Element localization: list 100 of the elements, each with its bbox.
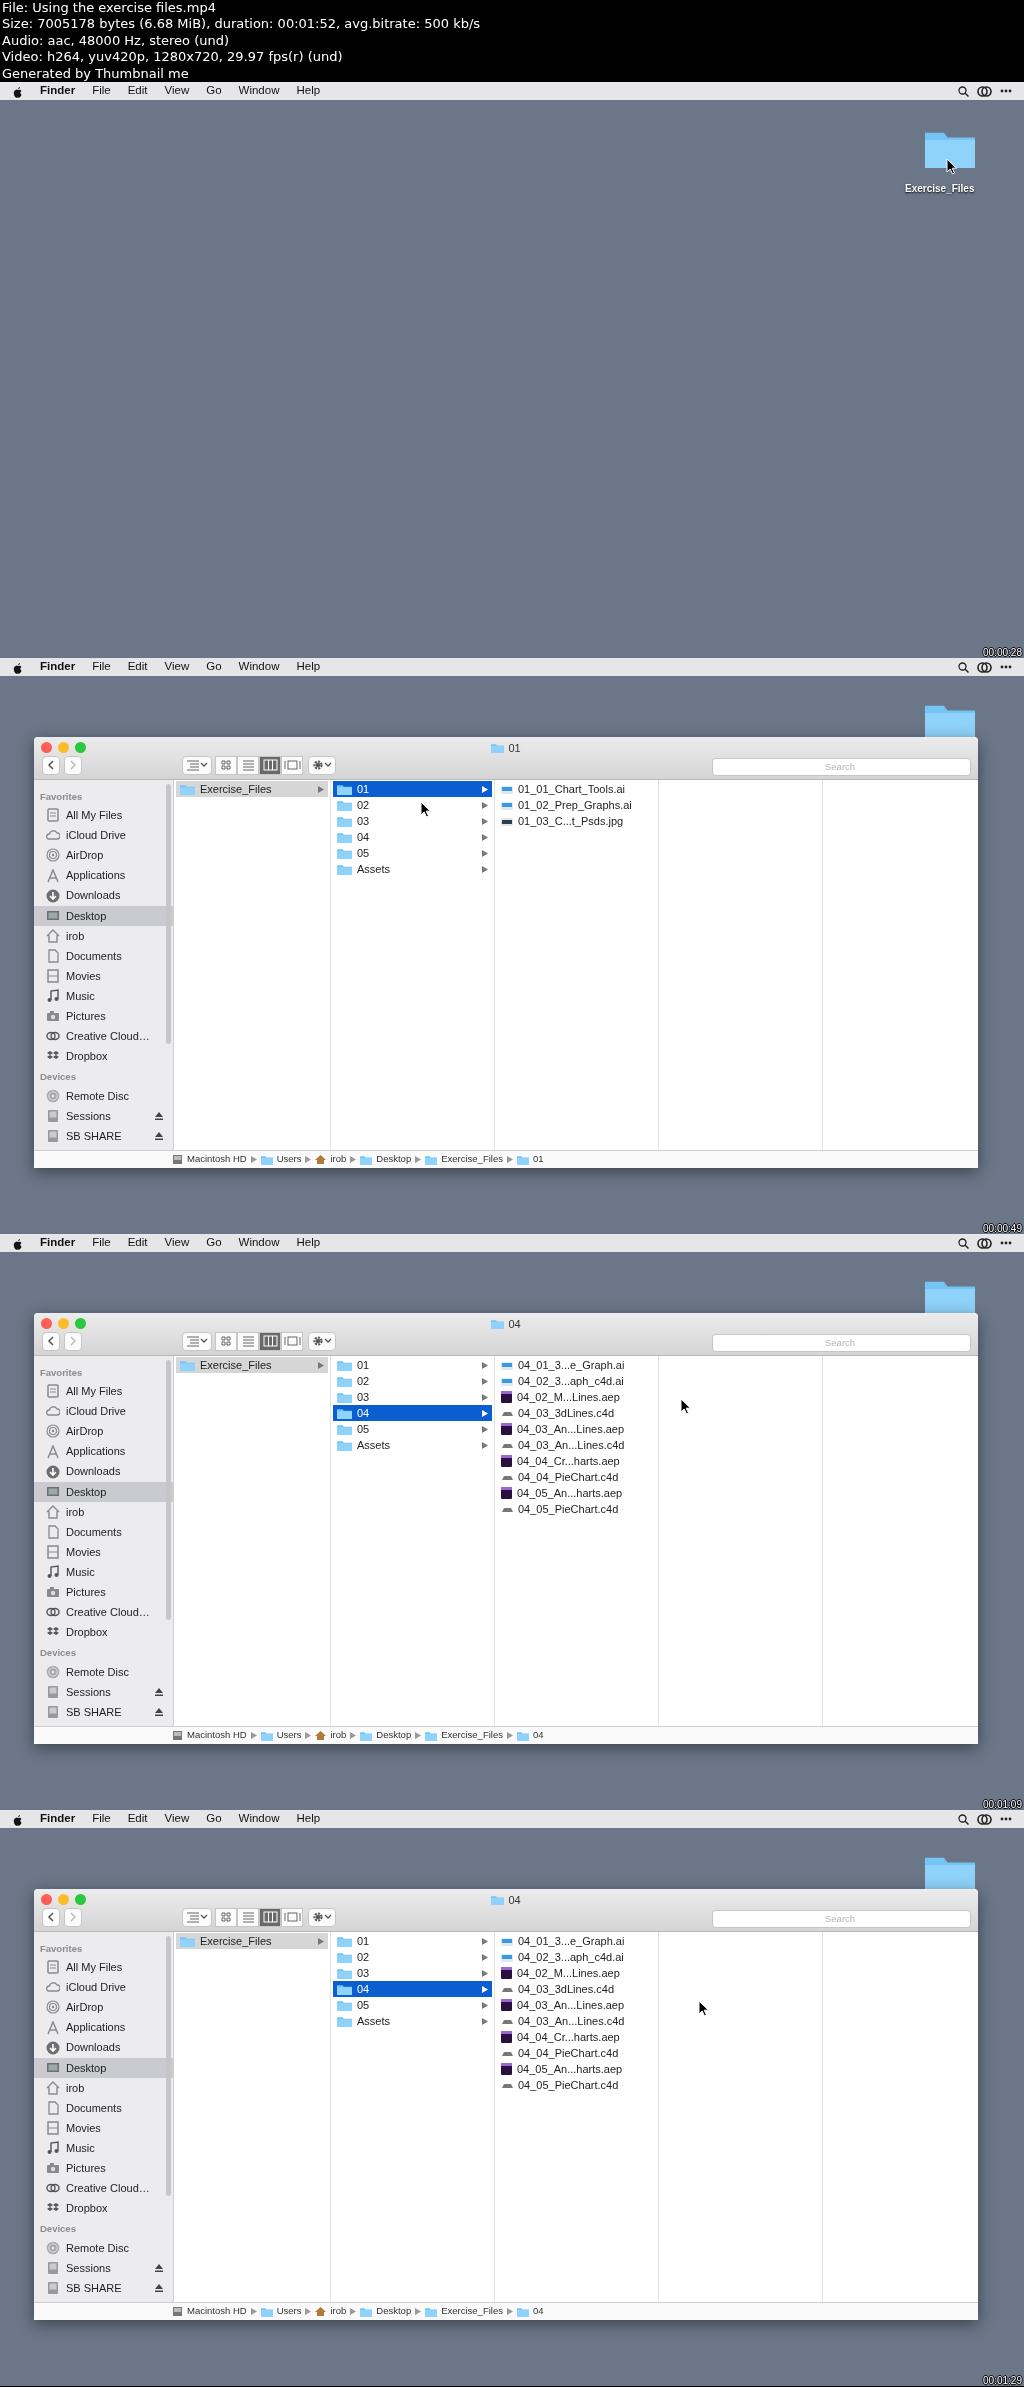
file-row[interactable]: 02 xyxy=(333,1949,492,1965)
sidebar-item[interactable]: Creative Cloud… xyxy=(34,1602,173,1623)
menu-item[interactable]: Help xyxy=(296,658,321,676)
sidebar-item[interactable]: Downloads xyxy=(34,2037,173,2058)
sidebar-item[interactable]: Movies xyxy=(34,1542,173,1563)
file-row[interactable]: 05 xyxy=(333,1421,492,1437)
file-row[interactable]: Exercise_Files xyxy=(176,1933,328,1949)
sidebar-item[interactable]: All My Files xyxy=(34,1957,173,1978)
file-row[interactable]: 04_05_PieChart.c4d xyxy=(497,1501,656,1517)
sidebar-item[interactable]: Movies xyxy=(34,2118,173,2139)
sidebar-item[interactable]: All My Files xyxy=(34,1381,173,1402)
arrange-button[interactable] xyxy=(182,1907,212,1927)
sidebar-item[interactable]: Sessions xyxy=(34,1105,173,1126)
sidebar-item[interactable]: Creative Cloud… xyxy=(34,1026,173,1047)
search-field[interactable]: Search xyxy=(712,1909,971,1928)
path-item[interactable]: Macintosh HD xyxy=(187,2304,247,2319)
menu-item[interactable]: File xyxy=(92,658,111,676)
file-row[interactable]: 04_03_An...Lines.aep xyxy=(497,1421,656,1437)
file-row[interactable]: 01_03_C...t_Psds.jpg xyxy=(497,813,656,829)
file-row[interactable]: Assets xyxy=(333,861,492,877)
app-menu[interactable]: Finder xyxy=(40,1234,76,1252)
sidebar-item[interactable]: Pictures xyxy=(34,2158,173,2179)
app-menu[interactable]: Finder xyxy=(40,658,76,676)
menu-item[interactable]: Edit xyxy=(127,1810,148,1828)
more-icon[interactable] xyxy=(1000,89,1012,93)
search-icon[interactable] xyxy=(958,1237,969,1249)
sidebar-item[interactable]: Downloads xyxy=(34,1461,173,1482)
sidebar-item[interactable]: Applications xyxy=(34,1441,173,1462)
back-button[interactable] xyxy=(42,755,60,775)
back-button[interactable] xyxy=(42,1907,60,1927)
sidebar-item[interactable]: Sessions xyxy=(34,2257,173,2278)
path-item[interactable]: Exercise_Files xyxy=(441,1728,503,1743)
zoom-button[interactable] xyxy=(75,1894,86,1905)
file-row[interactable]: 05 xyxy=(333,845,492,861)
menu-item[interactable]: Window xyxy=(238,82,280,100)
file-row[interactable]: 04_03_An...Lines.aep xyxy=(497,1997,656,2013)
zoom-button[interactable] xyxy=(75,1318,86,1329)
file-row[interactable]: 04_02_M...Lines.aep xyxy=(497,1965,656,1981)
sidebar-item[interactable]: Movies xyxy=(34,966,173,987)
sidebar-item[interactable]: Music xyxy=(34,1562,173,1583)
menu-item[interactable]: Go xyxy=(206,82,222,100)
file-row[interactable]: 04_03_3dLines.c4d xyxy=(497,1981,656,1997)
app-menu[interactable]: Finder xyxy=(40,1810,76,1828)
file-row[interactable]: Assets xyxy=(333,1437,492,1453)
path-item[interactable]: Desktop xyxy=(376,1728,412,1743)
file-row[interactable]: Assets xyxy=(333,2013,492,2029)
sidebar-item[interactable]: SB SHARE xyxy=(34,2277,173,2298)
search-field[interactable]: Search xyxy=(712,1333,971,1352)
menu-item[interactable]: View xyxy=(164,658,190,676)
action-button[interactable] xyxy=(308,1907,336,1927)
path-item[interactable]: Macintosh HD xyxy=(187,1152,247,1167)
view-button[interactable] xyxy=(215,1331,237,1351)
sidebar-item[interactable]: AirDrop xyxy=(34,1997,173,2018)
menu-item[interactable]: Go xyxy=(206,658,222,676)
menu-item[interactable]: Help xyxy=(296,1234,321,1252)
file-row[interactable]: 01 xyxy=(333,1933,492,1949)
path-item[interactable]: Users xyxy=(276,2304,302,2319)
menu-item[interactable]: Window xyxy=(238,1810,280,1828)
menu-item[interactable]: View xyxy=(164,1810,190,1828)
close-button[interactable] xyxy=(41,742,52,753)
menu-item[interactable]: Window xyxy=(238,658,280,676)
view-button[interactable] xyxy=(215,755,237,775)
sidebar-item[interactable]: Applications xyxy=(34,2017,173,2038)
file-row[interactable]: 04_01_3...e_Graph.ai xyxy=(497,1933,656,1949)
sidebar-item[interactable]: Remote Disc xyxy=(34,1085,173,1106)
sidebar-item[interactable]: iCloud Drive xyxy=(34,1977,173,1998)
sidebar-item[interactable]: Downloads xyxy=(34,885,173,906)
sidebar-item[interactable]: AirDrop xyxy=(34,1421,173,1442)
menu-item[interactable]: Go xyxy=(206,1810,222,1828)
path-item[interactable]: irob xyxy=(330,1152,347,1167)
file-row[interactable]: 03 xyxy=(333,1389,492,1405)
more-icon[interactable] xyxy=(1000,1817,1012,1821)
sidebar-item[interactable]: Dropbox xyxy=(34,1046,173,1067)
file-row[interactable]: 04_02_M...Lines.aep xyxy=(497,1389,656,1405)
path-item[interactable]: Users xyxy=(276,1728,302,1743)
file-row[interactable]: Exercise_Files xyxy=(176,781,328,797)
menu-item[interactable]: File xyxy=(92,1234,111,1252)
file-row[interactable]: 01 xyxy=(333,781,492,797)
path-item[interactable]: Desktop xyxy=(376,2304,412,2319)
file-row[interactable]: 04 xyxy=(333,1405,492,1421)
menu-item[interactable]: View xyxy=(164,1234,190,1252)
file-row[interactable]: 04_02_3...aph_c4d.ai xyxy=(497,1373,656,1389)
sidebar-item[interactable]: All My Files xyxy=(34,805,173,826)
arrange-button[interactable] xyxy=(182,1331,212,1351)
file-row[interactable]: 04_04_Cr...harts.aep xyxy=(497,1453,656,1469)
file-row[interactable]: 04_04_PieChart.c4d xyxy=(497,2045,656,2061)
back-button[interactable] xyxy=(42,1331,60,1351)
sidebar-item[interactable]: Music xyxy=(34,2138,173,2159)
rings-icon[interactable] xyxy=(977,85,992,97)
file-row[interactable]: 02 xyxy=(333,1373,492,1389)
menu-item[interactable]: View xyxy=(164,82,190,100)
sidebar-item[interactable]: iCloud Drive xyxy=(34,825,173,846)
file-row[interactable]: 05 xyxy=(333,1997,492,2013)
file-row[interactable]: 04_01_3...e_Graph.ai xyxy=(497,1357,656,1373)
sidebar-item[interactable]: Music xyxy=(34,986,173,1007)
zoom-button[interactable] xyxy=(75,742,86,753)
path-item[interactable]: irob xyxy=(330,2304,347,2319)
sidebar-item[interactable]: Applications xyxy=(34,865,173,886)
view-button[interactable] xyxy=(259,755,281,775)
close-button[interactable] xyxy=(41,1318,52,1329)
